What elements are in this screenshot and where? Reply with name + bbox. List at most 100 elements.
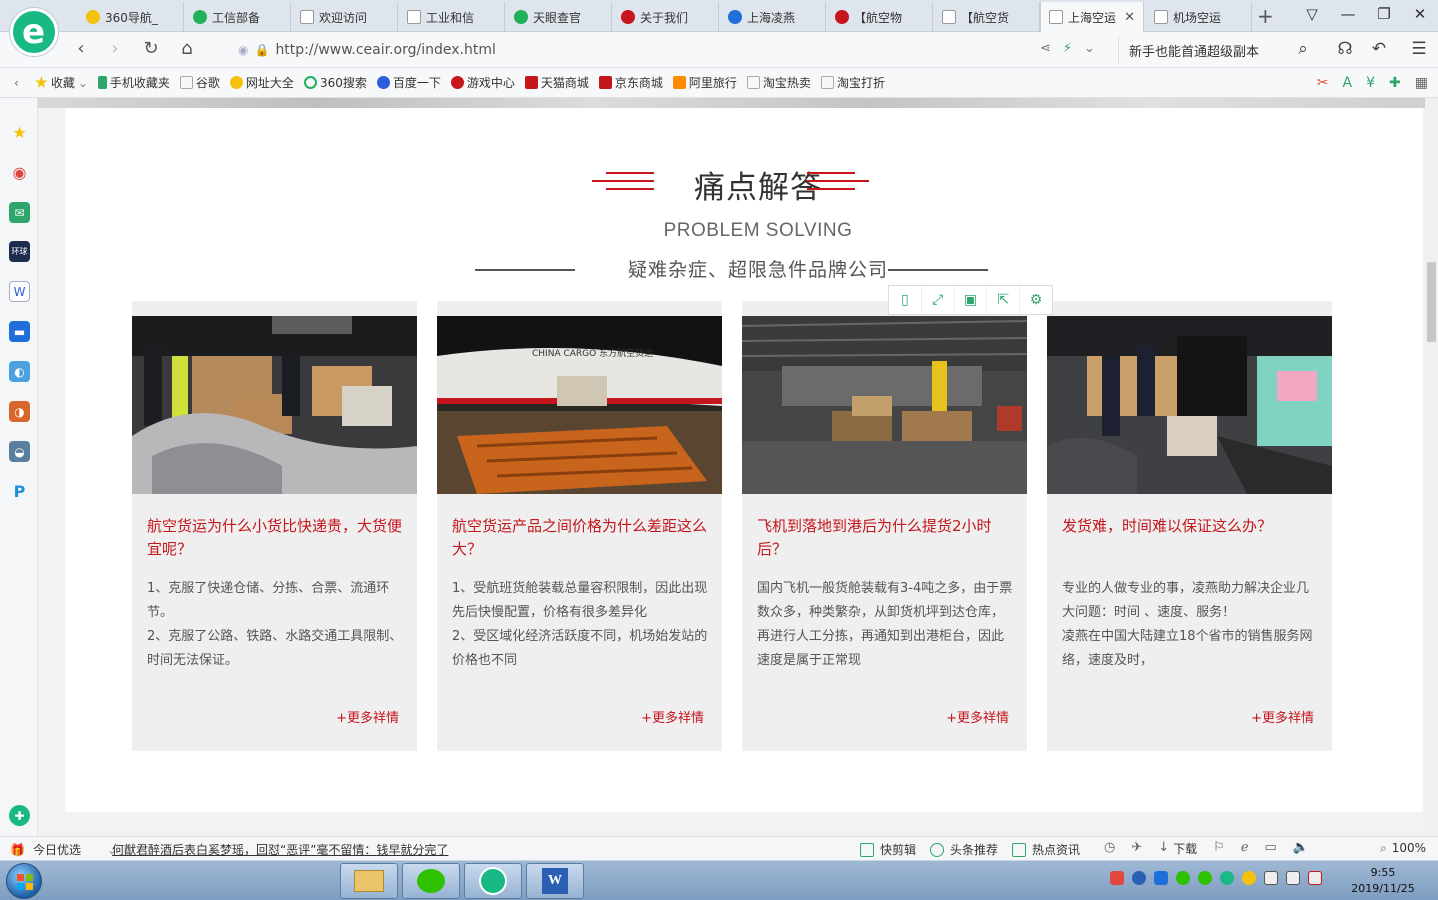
- forward-icon[interactable]: ›: [104, 38, 126, 59]
- chevron-down-icon[interactable]: ⌄: [1084, 41, 1095, 56]
- headphones-icon[interactable]: ☊: [1334, 39, 1356, 59]
- game-app-icon-1[interactable]: ◐: [9, 361, 30, 382]
- game-app-icon-3[interactable]: ◒: [9, 441, 30, 462]
- taskbar-word[interactable]: W: [526, 863, 584, 899]
- window-icon[interactable]: ▭: [1265, 840, 1277, 857]
- weibo-icon[interactable]: ◉: [9, 162, 30, 183]
- card-4[interactable]: 发货难，时间难以保证这么办？ 专业的人做专业的事，凌燕助力解决企业几大问题：时间…: [1047, 301, 1332, 751]
- minimize-icon[interactable]: —: [1338, 5, 1358, 23]
- bookmark-mobile[interactable]: 手机收藏夹: [97, 74, 170, 91]
- bookmark-360search[interactable]: 360搜索: [303, 74, 367, 91]
- card-3[interactable]: 飞机到落地到港后为什么提货2小时后？ 国内飞机一般货舱装载有3-4吨之多，由于票…: [742, 301, 1027, 751]
- tab-1[interactable]: 360导航_: [78, 2, 184, 32]
- tab-5[interactable]: 天眼查官: [506, 2, 612, 32]
- tab-3[interactable]: 欢迎访问: [292, 2, 398, 32]
- tab-7[interactable]: 上海凌燕: [720, 2, 826, 32]
- tab-11[interactable]: 机场空运: [1146, 2, 1252, 32]
- wechat-tray-icon[interactable]: [1176, 871, 1190, 885]
- save-image-icon[interactable]: ▣: [955, 286, 988, 314]
- card-title[interactable]: 航空货运为什么小货比快递贵，大货便宜呢？: [147, 515, 402, 561]
- tray-app-icon[interactable]: [1154, 871, 1168, 885]
- bookmark-alitrip[interactable]: 阿里旅行: [672, 74, 737, 91]
- skin-icon[interactable]: ▽: [1302, 5, 1322, 23]
- tab-9[interactable]: 【航空货: [934, 2, 1040, 32]
- menu-icon[interactable]: ☰: [1408, 39, 1430, 59]
- close-tab-icon[interactable]: ✕: [1124, 10, 1135, 25]
- tab-4[interactable]: 工业和信: [399, 2, 505, 32]
- share-icon[interactable]: ⋖: [1040, 41, 1051, 56]
- tab-6[interactable]: 关于我们: [613, 2, 719, 32]
- translate-icon[interactable]: A: [1343, 75, 1353, 91]
- page-info-icon[interactable]: ◉: [238, 43, 248, 57]
- more-details-link[interactable]: +更多祥情: [641, 707, 704, 726]
- bookmark-favorites[interactable]: 收藏 ⌄: [35, 74, 88, 91]
- favorites-star-icon[interactable]: ★: [9, 122, 30, 143]
- p-app-icon[interactable]: P: [9, 481, 30, 502]
- new-tab-icon[interactable]: +: [1257, 4, 1274, 28]
- word-doc-icon[interactable]: W: [9, 281, 30, 302]
- bookmark-jd[interactable]: 京东商城: [598, 74, 663, 91]
- game-app-icon-2[interactable]: ◑: [9, 401, 30, 422]
- card-2[interactable]: CHINA CARGO 东方航空货运 航空货运产品之间价格为什么差距这么大？ 1…: [437, 301, 722, 751]
- apps-grid-icon[interactable]: ▦: [1415, 75, 1428, 91]
- browser-logo-icon[interactable]: e: [10, 8, 58, 56]
- bookmark-hao[interactable]: 网址大全: [229, 74, 294, 91]
- gamepad-icon[interactable]: ✚: [1389, 75, 1401, 91]
- pin-icon[interactable]: ✈: [1131, 840, 1142, 857]
- today-picks[interactable]: 🎁 今日优选 ⌄: [10, 841, 117, 858]
- more-details-link[interactable]: +更多祥情: [946, 707, 1009, 726]
- status-kuaijianji[interactable]: 快剪辑: [860, 841, 916, 858]
- lightning-icon[interactable]: ⚡: [1063, 41, 1072, 56]
- download-button[interactable]: ↓ 下载: [1158, 840, 1197, 857]
- expand-icon[interactable]: ⤢: [922, 286, 955, 314]
- scissors-icon[interactable]: ✂: [1317, 75, 1329, 91]
- collapse-sidebar-icon[interactable]: ‹: [14, 76, 19, 90]
- sogou-icon[interactable]: [1110, 871, 1124, 885]
- tab-8[interactable]: 【航空物: [827, 2, 933, 32]
- 360-safe-tray-icon[interactable]: [1242, 871, 1256, 885]
- 360-tray-icon[interactable]: [1220, 871, 1234, 885]
- flag-icon[interactable]: ⚐: [1213, 840, 1225, 857]
- battery-icon[interactable]: [1286, 871, 1300, 885]
- network-icon[interactable]: [1264, 871, 1278, 885]
- url-input[interactable]: ◉ 🔒 http://www.ceair.org/index.html: [230, 36, 1110, 64]
- home-icon[interactable]: ⌂: [176, 38, 198, 59]
- volume-muted-icon[interactable]: [1308, 871, 1322, 885]
- yen-icon[interactable]: ¥: [1366, 75, 1375, 91]
- phone-view-icon[interactable]: ▯: [889, 286, 922, 314]
- bookmark-baidu[interactable]: 百度一下: [376, 74, 441, 91]
- more-details-link[interactable]: +更多祥情: [1251, 707, 1314, 726]
- wechat-work-tray-icon[interactable]: [1198, 871, 1212, 885]
- taskbar-clock[interactable]: 9:55 2019/11/25: [1348, 865, 1418, 897]
- taskbar-wechat[interactable]: [402, 863, 460, 899]
- card-1[interactable]: 航空货运为什么小货比快递贵，大货便宜呢？ 1、克服了快递仓储、分拣、合票、流通环…: [132, 301, 417, 751]
- taskbar-explorer[interactable]: [340, 863, 398, 899]
- maximize-icon[interactable]: ❐: [1374, 5, 1394, 23]
- sound-icon[interactable]: 🔈: [1293, 840, 1309, 857]
- help-icon[interactable]: [1132, 871, 1146, 885]
- bookmark-google[interactable]: 谷歌: [179, 74, 220, 91]
- mail-icon[interactable]: ✉: [9, 202, 30, 223]
- chat-icon[interactable]: ▬: [9, 321, 30, 342]
- scrollbar-thumb[interactable]: [1427, 262, 1436, 342]
- news-ticker-link[interactable]: 何猷君醉酒后表白奚梦瑶，回怼“恶评”毫不留情：钱早就分完了: [112, 841, 448, 858]
- status-hotnews[interactable]: 热点资讯: [1012, 841, 1080, 858]
- bookmark-taobao-discount[interactable]: 淘宝打折: [820, 74, 885, 91]
- news-app-icon[interactable]: 环球: [9, 241, 30, 262]
- status-toutiao[interactable]: 头条推荐: [930, 841, 998, 858]
- back-icon[interactable]: ‹: [70, 38, 92, 59]
- card-title[interactable]: 飞机到落地到港后为什么提货2小时后？: [757, 515, 1012, 561]
- undo-icon[interactable]: ↶: [1368, 39, 1390, 59]
- card-title[interactable]: 发货难，时间难以保证这么办？: [1062, 515, 1317, 538]
- more-details-link[interactable]: +更多祥情: [336, 707, 399, 726]
- windows-start-button[interactable]: [6, 863, 42, 899]
- ie-mode-icon[interactable]: ℯ: [1241, 840, 1249, 857]
- bookmark-taobao-hot[interactable]: 淘宝热卖: [746, 74, 811, 91]
- accelerate-icon[interactable]: ◷: [1104, 840, 1115, 857]
- card-title[interactable]: 航空货运产品之间价格为什么差距这么大？: [452, 515, 707, 561]
- close-window-icon[interactable]: ✕: [1410, 5, 1430, 23]
- reload-icon[interactable]: ↻: [140, 38, 162, 59]
- page-scrollbar[interactable]: [1425, 98, 1438, 836]
- zoom-control[interactable]: ⌕ 100%: [1380, 841, 1426, 856]
- bookmark-tmall[interactable]: 天猫商城: [524, 74, 589, 91]
